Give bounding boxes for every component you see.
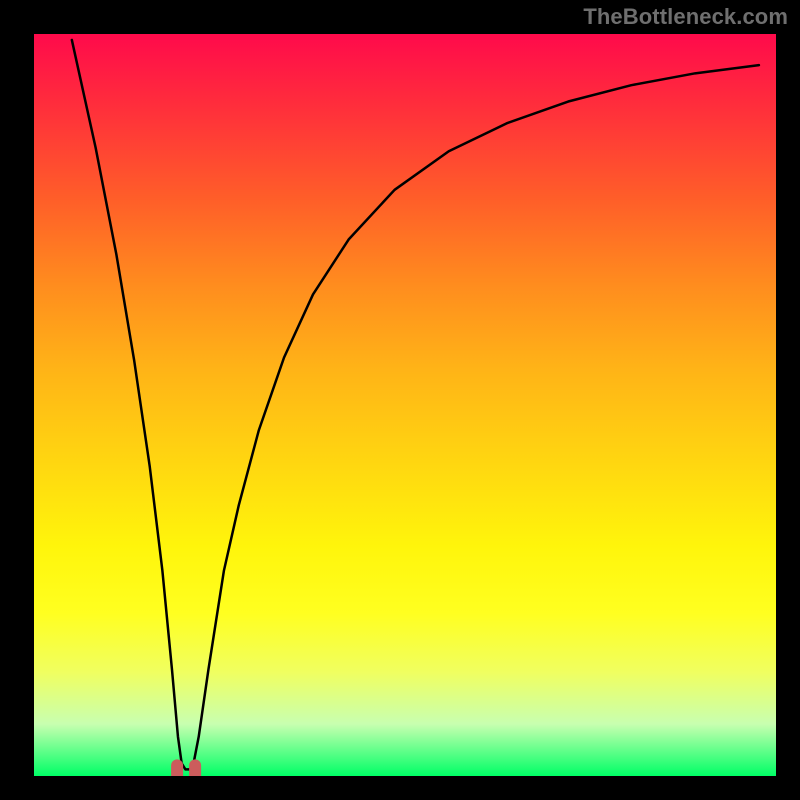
- min-marker: [177, 765, 195, 776]
- watermark-label: TheBottleneck.com: [583, 4, 788, 30]
- bottleneck-curve: [72, 40, 759, 769]
- plot-area: [34, 34, 776, 776]
- chart-frame: TheBottleneck.com: [0, 0, 800, 800]
- curve-layer: [34, 34, 776, 776]
